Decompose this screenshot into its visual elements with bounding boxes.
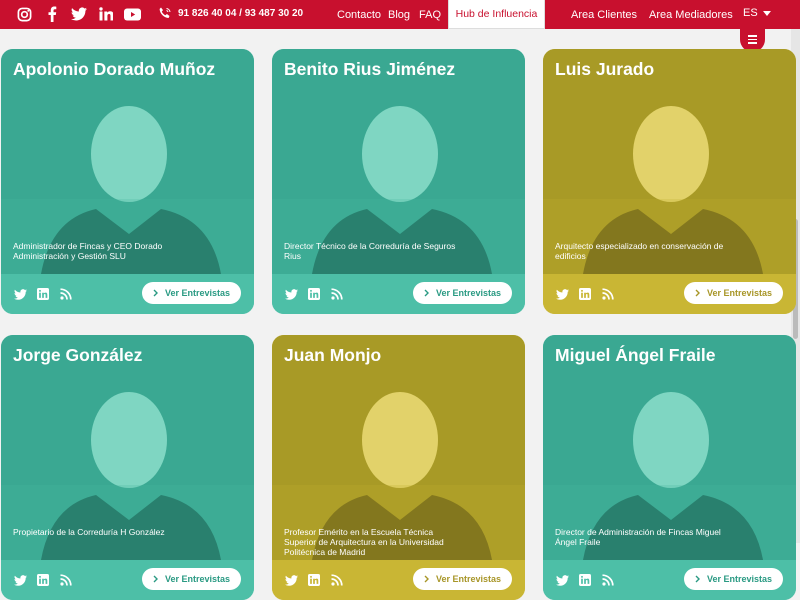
area-mediadores-link[interactable]: Area Mediadores <box>649 9 733 21</box>
ver-entrevistas-label: Ver Entrevistas <box>435 288 502 298</box>
chevron-right-icon <box>153 575 158 583</box>
twitter-icon[interactable] <box>555 573 569 587</box>
youtube-icon[interactable] <box>120 5 145 23</box>
ver-entrevistas-button[interactable]: Ver Entrevistas <box>684 568 783 590</box>
twitter-icon[interactable] <box>66 5 91 23</box>
person-name: Luis Jurado <box>555 59 655 79</box>
twitter-icon[interactable] <box>284 573 298 587</box>
card-social-icons <box>284 287 344 301</box>
ver-entrevistas-button[interactable]: Ver Entrevistas <box>142 568 241 590</box>
person-role: Profesor Emérito en la Escuela Técnica S… <box>284 527 444 557</box>
chevron-right-icon <box>695 289 700 297</box>
person-role: Arquitecto especializado en conservación… <box>555 241 724 261</box>
nav-contacto-link[interactable]: Contacto <box>337 9 381 21</box>
top-bar: 91 826 40 04 / 93 487 30 20 Contacto Blo… <box>0 0 800 29</box>
profile-card: Juan Monjo Profesor Emérito en la Escuel… <box>272 335 525 600</box>
phone-numbers: 91 826 40 04 / 93 487 30 20 <box>178 8 304 19</box>
phone-contact[interactable]: 91 826 40 04 / 93 487 30 20 <box>158 7 303 20</box>
language-label: ES <box>743 7 758 19</box>
ver-entrevistas-button[interactable]: Ver Entrevistas <box>413 568 512 590</box>
instagram-icon[interactable] <box>12 5 37 23</box>
profile-card: Apolonio Dorado Muñoz Administrador de F… <box>1 49 254 314</box>
chevron-right-icon <box>695 575 700 583</box>
area-clientes-link[interactable]: Area Clientes <box>571 9 637 21</box>
linkedin-icon[interactable] <box>578 287 592 301</box>
tab-hub-de-influencia[interactable]: Hub de Influencia <box>448 0 545 29</box>
linkedin-icon[interactable] <box>36 573 50 587</box>
person-name: Miguel Ángel Fraile <box>555 345 716 365</box>
person-name: Apolonio Dorado Muñoz <box>13 59 216 79</box>
twitter-icon[interactable] <box>555 287 569 301</box>
language-selector[interactable]: ES <box>743 7 771 19</box>
rss-icon[interactable] <box>330 573 344 587</box>
profile-card: Benito Rius Jiménez Director Técnico de … <box>272 49 525 314</box>
rss-icon[interactable] <box>330 287 344 301</box>
card-social-icons <box>555 287 615 301</box>
linkedin-icon[interactable] <box>578 573 592 587</box>
card-social-icons <box>284 573 344 587</box>
chevron-right-icon <box>424 289 429 297</box>
person-name: Juan Monjo <box>284 345 382 365</box>
profile-card: Luis Jurado Arquitecto especializado en … <box>543 49 796 314</box>
nav-area-clientes[interactable]: Area Clientes <box>571 0 637 29</box>
ver-entrevistas-button[interactable]: Ver Entrevistas <box>142 282 241 304</box>
card-social-icons <box>555 573 615 587</box>
chevron-down-icon <box>762 11 771 16</box>
rss-icon[interactable] <box>59 287 73 301</box>
person-name: Benito Rius Jiménez <box>284 59 456 79</box>
twitter-icon[interactable] <box>13 573 27 587</box>
nav-faq[interactable]: FAQ <box>419 0 441 29</box>
person-role: Administrador de Fincas y CEO Dorado Adm… <box>13 241 163 261</box>
chevron-right-icon <box>424 575 429 583</box>
card-social-icons <box>13 287 73 301</box>
social-links <box>12 5 147 23</box>
person-role: Director de Administración de Fincas Mig… <box>555 527 721 547</box>
menu-line <box>748 38 757 41</box>
nav-contacto[interactable]: Contacto <box>337 0 381 29</box>
nav-faq-link[interactable]: FAQ <box>419 9 441 21</box>
ver-entrevistas-button[interactable]: Ver Entrevistas <box>413 282 512 304</box>
ver-entrevistas-button[interactable]: Ver Entrevistas <box>684 282 783 304</box>
twitter-icon[interactable] <box>13 287 27 301</box>
linkedin-icon[interactable] <box>93 5 118 23</box>
nav-blog[interactable]: Blog <box>388 0 410 29</box>
linkedin-icon[interactable] <box>307 573 321 587</box>
ver-entrevistas-label: Ver Entrevistas <box>706 288 773 298</box>
profile-card: Miguel Ángel Fraile Director de Administ… <box>543 335 796 600</box>
ver-entrevistas-label: Ver Entrevistas <box>706 574 773 584</box>
person-name: Jorge González <box>13 345 143 365</box>
rss-icon[interactable] <box>59 573 73 587</box>
twitter-icon[interactable] <box>284 287 298 301</box>
nav-blog-link[interactable]: Blog <box>388 9 410 21</box>
person-role: Director Técnico de la Correduría de Seg… <box>284 241 456 261</box>
menu-line <box>748 42 757 44</box>
ver-entrevistas-label: Ver Entrevistas <box>164 288 231 298</box>
person-role: Propietario de la Correduría H González <box>13 527 165 537</box>
facebook-icon[interactable] <box>39 5 64 23</box>
rss-icon[interactable] <box>601 287 615 301</box>
ver-entrevistas-label: Ver Entrevistas <box>435 574 502 584</box>
rss-icon[interactable] <box>601 573 615 587</box>
phone-icon <box>159 7 171 18</box>
menu-line <box>748 35 757 37</box>
card-social-icons <box>13 573 73 587</box>
chevron-right-icon <box>153 289 158 297</box>
linkedin-icon[interactable] <box>307 287 321 301</box>
profile-card: Jorge González Propietario de la Corredu… <box>1 335 254 600</box>
linkedin-icon[interactable] <box>36 287 50 301</box>
ver-entrevistas-label: Ver Entrevistas <box>164 574 231 584</box>
nav-area-mediadores[interactable]: Area Mediadores <box>649 0 733 29</box>
